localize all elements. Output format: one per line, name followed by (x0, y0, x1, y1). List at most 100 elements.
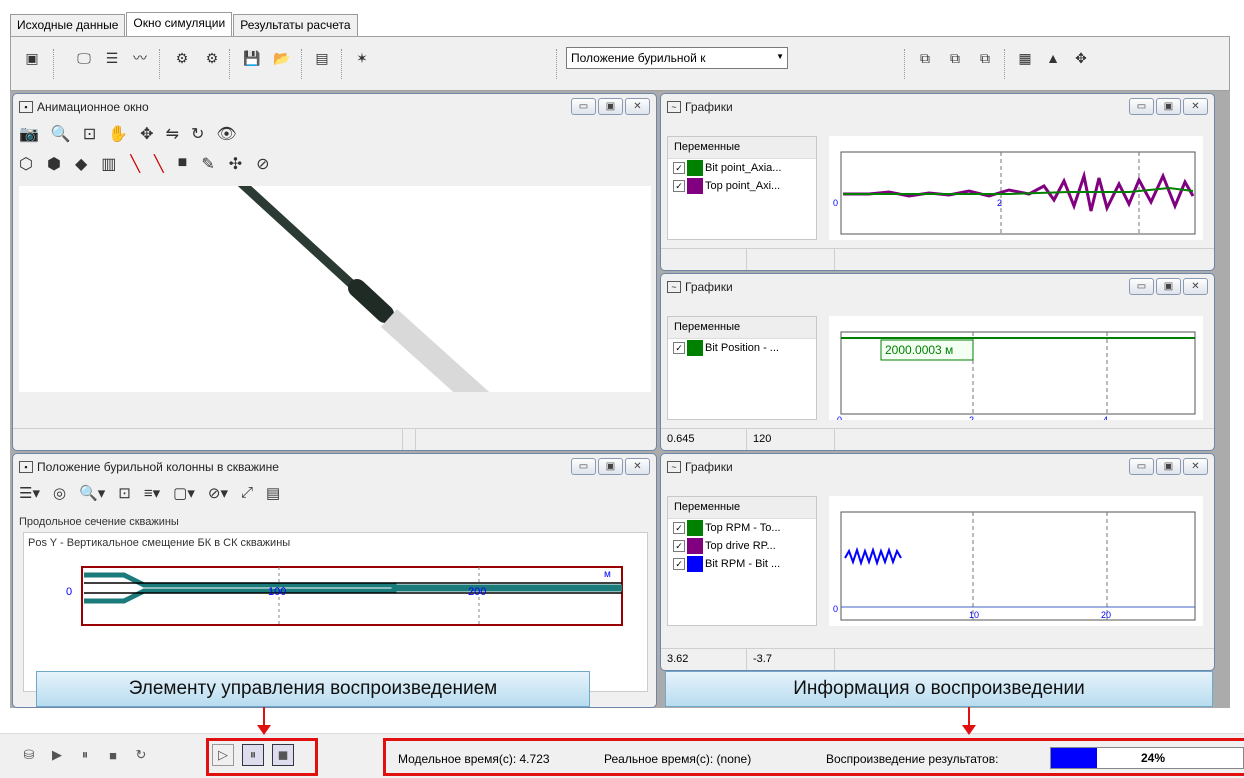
close-icon[interactable]: ✕ (625, 458, 650, 475)
save-icon[interactable]: 💾 (241, 47, 263, 69)
position-window: ▪ Положение бурильной колонны в скважине … (12, 453, 657, 708)
rotate-lock-icon[interactable]: ↻ (191, 124, 204, 154)
graph-1-plot[interactable]: 0 2 (829, 136, 1203, 240)
wand-icon[interactable]: ✶ (351, 47, 373, 69)
refresh-icon[interactable]: ↻ (130, 744, 152, 766)
minimize-icon[interactable]: ▭ (1129, 458, 1154, 475)
checkbox[interactable]: ✓ (673, 180, 685, 192)
settings-icon[interactable]: ⊘ (256, 154, 269, 184)
list-icon[interactable]: ☰ (101, 47, 123, 69)
load-settings-icon[interactable]: ⚙ (201, 47, 223, 69)
model-time: Модельное время(с): 4.723 (398, 752, 550, 766)
svg-text:0: 0 (833, 198, 838, 208)
svg-text:2: 2 (997, 198, 1002, 208)
zoom-fit-icon[interactable]: ⊡ (83, 124, 96, 154)
light-icon[interactable]: ✎ (201, 154, 214, 184)
play-icon[interactable]: ▶ (46, 744, 68, 766)
graph-3-plot[interactable]: 0 10 20 (829, 496, 1203, 626)
wireframe-icon[interactable]: ⬡ (19, 154, 33, 184)
legend-item[interactable]: ✓ Top point_Axi... (668, 177, 816, 195)
add-view-icon[interactable]: 🖵 (73, 47, 95, 69)
checkbox[interactable]: ✓ (673, 540, 685, 552)
save-settings-icon[interactable]: ⚙ (171, 47, 193, 69)
graph-2-plot[interactable]: 2000.0003 м 0 2 4 (829, 316, 1203, 420)
close-windows-icon[interactable]: ⧉ (944, 47, 966, 69)
legend-item[interactable]: ✓ Top drive RP... (668, 537, 816, 555)
view-select[interactable]: Положение бурильной к (566, 47, 788, 69)
legend-item[interactable]: ✓ Bit point_Axia... (668, 159, 816, 177)
animation-status (13, 428, 656, 450)
well-section-plot[interactable]: м 0 100 200 (34, 555, 624, 645)
shaded-icon[interactable]: ◆ (75, 154, 87, 184)
legend-item[interactable]: ✓ Top RPM - To... (668, 519, 816, 537)
arrow-info (962, 707, 976, 735)
minimize-icon[interactable]: ▭ (1129, 278, 1154, 295)
pipe-icon[interactable]: ▥ (101, 154, 116, 184)
document-icon[interactable]: ▤ (311, 47, 333, 69)
histogram-icon[interactable]: ▲ (1042, 47, 1064, 69)
move-icon[interactable]: ✥ (140, 124, 153, 154)
frame-icon[interactable]: ▢▾ (173, 484, 195, 512)
checkbox[interactable]: ✓ (673, 162, 685, 174)
close-icon[interactable]: ✕ (625, 98, 650, 115)
maximize-icon[interactable]: ▣ (1156, 98, 1181, 115)
record-icon[interactable]: ⛁ (18, 744, 40, 766)
pan-hand-icon[interactable]: ✋ (108, 124, 128, 154)
minimize-icon[interactable]: ▭ (571, 458, 596, 475)
camera-icon[interactable]: 📷 (19, 124, 39, 154)
svg-text:2: 2 (969, 415, 974, 420)
target-icon[interactable]: ◎ (53, 484, 66, 512)
graph-icon: ~ (667, 281, 681, 293)
mirror-icon[interactable]: ⇋ (166, 124, 179, 154)
svg-text:100: 100 (268, 586, 286, 598)
tab-simulation[interactable]: Окно симуляции (126, 12, 233, 36)
minimize-icon[interactable]: ▭ (1129, 98, 1154, 115)
layout-icon[interactable]: ✥ (1070, 47, 1092, 69)
line-red-icon[interactable]: ╲ (130, 154, 140, 184)
real-time: Реальное время(с): (none) (604, 752, 752, 766)
legend-item[interactable]: ✓ Bit RPM - Bit ... (668, 555, 816, 573)
zoom-icon[interactable]: 🔍▾ (79, 484, 105, 512)
animation-viewport[interactable] (19, 186, 651, 392)
position-window-title: Положение бурильной колонны в скважине (37, 460, 279, 474)
settings-icon[interactable]: ⊘▾ (208, 484, 228, 512)
playback-controls: ⛁ ▶ ⏸ ■ ↻ (18, 744, 152, 766)
list-icon[interactable]: ☰▾ (19, 484, 40, 512)
table-icon[interactable]: ▤ (266, 484, 280, 512)
tab-input-data[interactable]: Исходные данные (10, 14, 126, 36)
zoom-icon[interactable]: 🔍 (51, 124, 71, 154)
maximize-icon[interactable]: ▣ (598, 458, 623, 475)
axes-icon[interactable]: ✣ (229, 154, 242, 184)
expand-icon[interactable]: ⤢ (241, 484, 253, 512)
line-tool-icon[interactable]: ╲ (154, 154, 164, 184)
subsection-label: Pos Y - Вертикальное смещение БК в СК ск… (28, 537, 291, 549)
eye-icon[interactable]: 👁 (216, 124, 236, 154)
close-icon[interactable]: ✕ (1183, 458, 1208, 475)
close-icon[interactable]: ✕ (1183, 278, 1208, 295)
graph-1-status (661, 248, 1214, 270)
close-icon[interactable]: ✕ (1183, 98, 1208, 115)
stop-icon[interactable]: ■ (102, 744, 124, 766)
tile-windows-icon[interactable]: ⧉ (974, 47, 996, 69)
checkbox[interactable]: ✓ (673, 342, 685, 354)
table-icon[interactable]: ▦ (1014, 47, 1036, 69)
maximize-icon[interactable]: ▣ (1156, 278, 1181, 295)
minimize-icon[interactable]: ▭ (571, 98, 596, 115)
svg-text:20: 20 (1101, 610, 1111, 620)
pause-icon[interactable]: ⏸ (74, 744, 96, 766)
lines-icon[interactable]: ≡▾ (144, 484, 160, 512)
maximize-icon[interactable]: ▣ (598, 98, 623, 115)
chart-window-icon[interactable]: 〰 (129, 47, 151, 69)
legend-item[interactable]: ✓ Bit Position - ... (668, 339, 816, 357)
box-icon[interactable]: ■ (178, 154, 188, 184)
cascade-windows-icon[interactable]: ⧉ (914, 47, 936, 69)
fit-icon[interactable]: ⊡ (118, 484, 131, 512)
solid-icon[interactable]: ⬢ (47, 154, 61, 184)
checkbox[interactable]: ✓ (673, 558, 685, 570)
import-icon[interactable]: ▣ (21, 47, 43, 69)
open-icon[interactable]: 📂 (271, 47, 293, 69)
checkbox[interactable]: ✓ (673, 522, 685, 534)
maximize-icon[interactable]: ▣ (1156, 458, 1181, 475)
callout-playback-info: Информация о воспроизведении (665, 671, 1213, 707)
tab-results[interactable]: Результаты расчета (233, 14, 358, 36)
